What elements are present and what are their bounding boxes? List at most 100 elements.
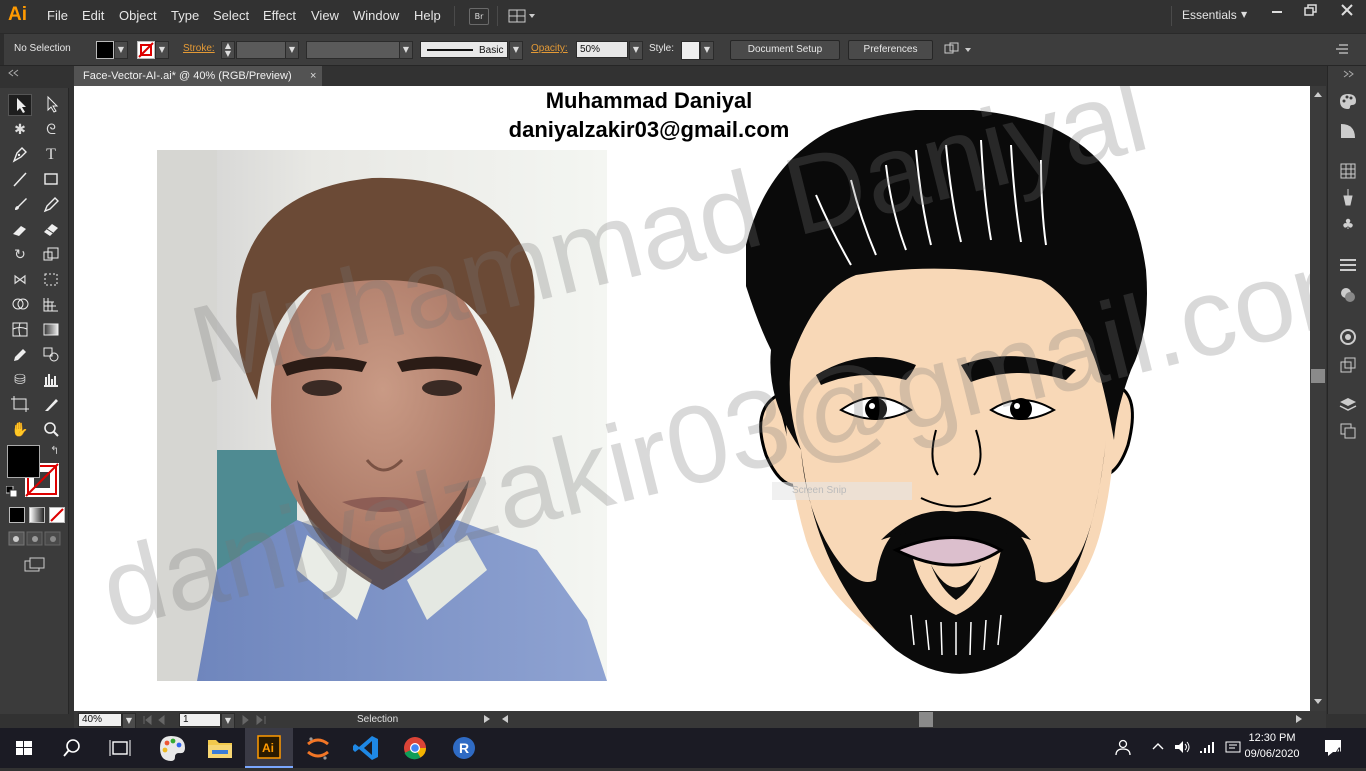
restore-button[interactable]	[1294, 0, 1328, 20]
fill-color-swatch[interactable]	[96, 41, 114, 59]
menu-file[interactable]: File	[47, 8, 68, 23]
menu-window[interactable]: Window	[353, 8, 399, 23]
type-tool[interactable]: T	[39, 144, 63, 166]
scroll-right-icon[interactable]	[1294, 714, 1304, 724]
expand-panels-icon[interactable]	[1342, 70, 1356, 78]
taskbar-illustrator[interactable]: Ai	[245, 728, 293, 768]
opacity-input[interactable]: 50%	[576, 41, 628, 58]
shape-builder-tool[interactable]	[8, 294, 32, 316]
people-icon[interactable]	[1114, 738, 1132, 756]
wifi-icon[interactable]	[1199, 739, 1217, 755]
scale-tool[interactable]	[39, 244, 63, 266]
swatches-panel-button[interactable]	[1339, 162, 1357, 180]
swap-fill-stroke-icon[interactable]: ↰	[50, 444, 59, 457]
scroll-down-icon[interactable]	[1313, 698, 1323, 706]
search-button[interactable]	[48, 728, 96, 768]
style-dropdown[interactable]: ▼	[700, 41, 714, 60]
hand-tool[interactable]: ✋	[8, 419, 32, 441]
menu-object[interactable]: Object	[119, 8, 157, 23]
eyedropper-tool[interactable]	[8, 344, 32, 366]
default-fill-stroke-button[interactable]	[5, 485, 18, 498]
width-tool[interactable]: ⋈	[8, 269, 32, 291]
scroll-up-icon[interactable]	[1313, 90, 1323, 98]
artboard-tool[interactable]	[8, 394, 32, 416]
taskbar-paint-app[interactable]	[149, 728, 197, 768]
start-button[interactable]	[0, 728, 48, 768]
mesh-tool[interactable]	[8, 319, 32, 341]
panel-menu-button[interactable]	[1334, 42, 1350, 56]
artboard-number-input[interactable]: 1	[179, 713, 221, 727]
blend-tool[interactable]	[39, 344, 63, 366]
fill-dropdown[interactable]: ▼	[114, 41, 128, 59]
zoom-dropdown[interactable]: ▼	[122, 713, 136, 729]
color-mode-button[interactable]	[9, 507, 25, 523]
brush-definition[interactable]: Basic	[420, 41, 508, 58]
taskbar-file-explorer[interactable]	[196, 728, 244, 768]
bridge-button[interactable]: Br	[469, 8, 489, 25]
magic-wand-tool[interactable]: ✱	[8, 119, 32, 141]
menu-edit[interactable]: Edit	[82, 8, 104, 23]
language-icon[interactable]	[1224, 739, 1242, 755]
gradient-tool[interactable]	[39, 319, 63, 341]
scroll-left-icon[interactable]	[500, 714, 510, 724]
menu-effect[interactable]: Effect	[263, 8, 296, 23]
perspective-grid-tool[interactable]	[39, 294, 63, 316]
stroke-weight-input[interactable]	[236, 41, 286, 59]
free-transform-tool[interactable]	[39, 269, 63, 291]
stroke-weight-stepper[interactable]: ▲ ▼	[221, 41, 235, 59]
taskbar-chrome[interactable]	[391, 728, 439, 768]
rectangle-tool[interactable]	[39, 169, 63, 191]
taskbar-jupyter[interactable]	[294, 728, 342, 768]
rotate-tool[interactable]: ↻	[8, 244, 32, 266]
vertical-scroll-thumb[interactable]	[1311, 369, 1325, 383]
blob-brush-tool[interactable]	[8, 219, 32, 241]
pencil-tool[interactable]	[39, 194, 63, 216]
first-previous-artboard-icons[interactable]	[142, 715, 180, 725]
graphic-styles-panel-button[interactable]	[1339, 356, 1357, 374]
status-menu-icon[interactable]	[482, 714, 492, 724]
minimize-button[interactable]	[1260, 0, 1294, 20]
layers-panel-button[interactable]	[1339, 396, 1357, 414]
artboards-panel-button[interactable]	[1339, 422, 1357, 440]
artboard-dropdown[interactable]: ▼	[221, 713, 235, 729]
artboard-canvas[interactable]: Muhammad Daniyal daniyalzakir03@gmail.co…	[74, 86, 1310, 711]
zoom-tool[interactable]	[39, 419, 63, 441]
task-view-button[interactable]	[96, 728, 144, 768]
opacity-dropdown[interactable]: ▼	[629, 41, 643, 60]
next-last-artboard-icons[interactable]	[240, 715, 270, 725]
slice-tool[interactable]	[39, 394, 63, 416]
pen-tool[interactable]	[8, 144, 32, 166]
chevron-down-icon[interactable]: ▼	[1241, 10, 1247, 19]
profile-dropdown[interactable]: ▼	[399, 41, 413, 59]
variable-width-profile[interactable]	[306, 41, 400, 59]
document-setup-button[interactable]: Document Setup	[730, 40, 840, 60]
workspace-switcher[interactable]: Essentials	[1182, 8, 1237, 22]
collapse-toolbox-icon[interactable]	[6, 69, 22, 77]
menu-view[interactable]: View	[311, 8, 339, 23]
menu-help[interactable]: Help	[414, 8, 441, 23]
taskbar-vscode[interactable]	[342, 728, 390, 768]
clock-date[interactable]: 09/06/2020	[1244, 748, 1300, 760]
arrange-documents-button[interactable]	[508, 8, 536, 24]
document-tab[interactable]: Face-Vector-AI-.ai* @ 40% (RGB/Preview) …	[74, 66, 322, 86]
stroke-color-swatch[interactable]	[137, 41, 155, 59]
menu-type[interactable]: Type	[171, 8, 199, 23]
direct-selection-tool[interactable]	[39, 94, 63, 116]
stroke-panel-button[interactable]	[1339, 256, 1357, 274]
stroke-dropdown[interactable]: ▼	[155, 41, 169, 59]
none-mode-button[interactable]	[49, 507, 65, 523]
color-panel-button[interactable]	[1339, 92, 1357, 110]
symbol-sprayer-tool[interactable]: ⛁	[8, 369, 32, 391]
color-guide-panel-button[interactable]	[1339, 122, 1357, 140]
fill-swatch[interactable]	[7, 445, 40, 478]
brushes-panel-button[interactable]	[1339, 188, 1357, 206]
line-segment-tool[interactable]	[8, 169, 32, 191]
stroke-label[interactable]: Stroke:	[183, 43, 215, 54]
column-graph-tool[interactable]	[39, 369, 63, 391]
screen-mode-button[interactable]	[24, 557, 46, 573]
show-hidden-icons-icon[interactable]	[1151, 741, 1165, 751]
clock-time[interactable]: 12:30 PM	[1244, 732, 1300, 744]
lasso-tool[interactable]: ᘓ	[39, 119, 63, 141]
volume-icon[interactable]	[1173, 739, 1191, 755]
gradient-mode-button[interactable]	[29, 507, 45, 523]
